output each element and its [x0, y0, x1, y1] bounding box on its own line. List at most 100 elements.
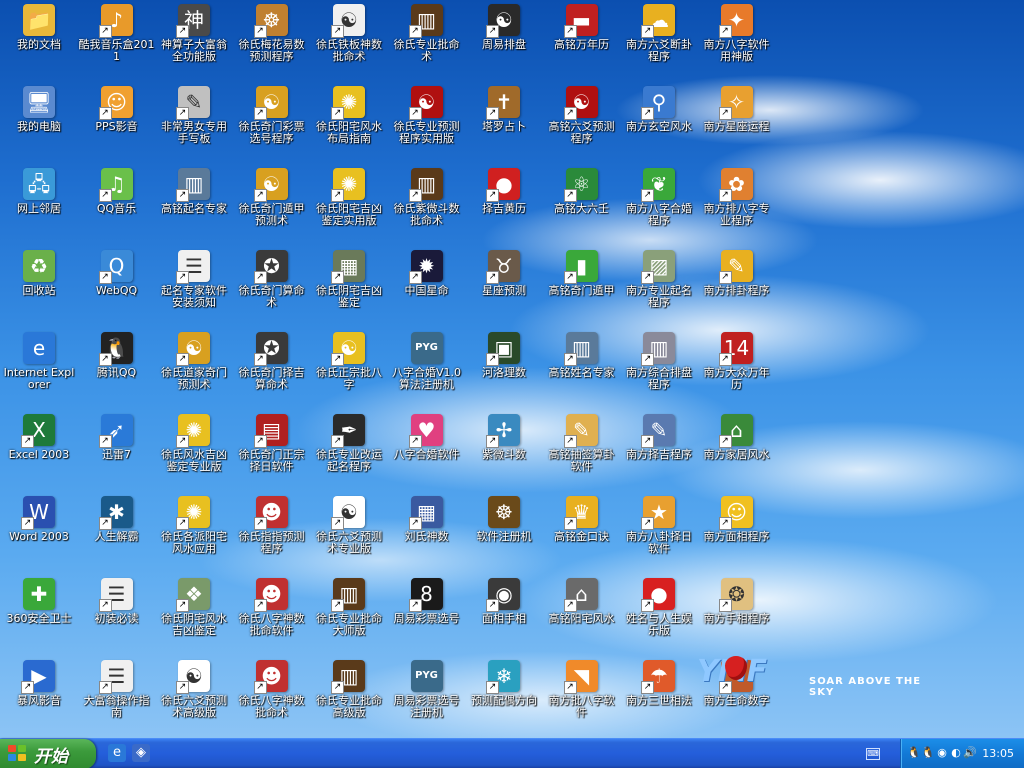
desktop-icon[interactable]: 🖥 我的电脑: [0, 84, 78, 164]
app-icon: ▮: [563, 250, 598, 284]
desktop-icon[interactable]: ☯徐氏六爻预测术高级版: [155, 658, 233, 738]
desktop-icon[interactable]: ✪徐氏奇门算命术: [233, 248, 311, 328]
desktop-icon[interactable]: ♻ 回收站: [0, 248, 78, 328]
desktop-icon[interactable]: ▥徐氏专业批命术: [388, 2, 466, 82]
desktop-icon[interactable]: ✺徐氏各派阳宅风水应用: [155, 494, 233, 574]
desktop-icon[interactable]: ✱人生解霸: [78, 494, 156, 574]
desktop-icon[interactable]: ♫QQ音乐: [78, 166, 156, 246]
desktop-icon[interactable]: ✒徐氏专业改运起名程序: [310, 412, 388, 492]
desktop-icon[interactable]: ✢紫微斗数: [465, 412, 543, 492]
desktop-icon[interactable]: ☸徐氏梅花易数预测程序: [233, 2, 311, 82]
desktop-icon[interactable]: ▦刘氏神数: [388, 494, 466, 574]
desktop-icon[interactable]: ☺PPS影音: [78, 84, 156, 164]
desktop-icon[interactable]: ✝塔罗占卜: [465, 84, 543, 164]
desktop-icon[interactable]: ☻徐氏八字神数批命术: [233, 658, 311, 738]
desktop-icon[interactable]: 14南方大众万年历: [698, 330, 776, 410]
desktop-icon[interactable]: PYG 周易彩票选号注册机: [388, 658, 466, 738]
desktop-icon[interactable]: ☺南方面相程序: [698, 494, 776, 574]
desktop-icon[interactable]: ☂南方三世相法: [620, 658, 698, 738]
desktop-icon[interactable]: ◥南方批八字软件: [543, 658, 621, 738]
desktop-icon[interactable]: ➶迅雷7: [78, 412, 156, 492]
desktop-icon[interactable]: ✦南方八字软件用神版: [698, 2, 776, 82]
desktop-icon[interactable]: ☯徐氏专业预测程序实用版: [388, 84, 466, 164]
desktop-icon[interactable]: ▥高铭姓名专家: [543, 330, 621, 410]
desktop-icon[interactable]: ☯徐氏正宗批八字: [310, 330, 388, 410]
desktop-icon[interactable]: ☯徐氏铁板神数批命术: [310, 2, 388, 82]
desktop-icon[interactable]: 🐧腾讯QQ: [78, 330, 156, 410]
desktop-icon[interactable]: ✺徐氏阳宅吉凶鉴定实用版: [310, 166, 388, 246]
desktop-icon[interactable]: ☰起名专家软件安装须知: [155, 248, 233, 328]
desktop-icon[interactable]: ☯周易排盘: [465, 2, 543, 82]
desktop-icon[interactable]: ☻徐氏指指预测程序: [233, 494, 311, 574]
desktop-icon[interactable]: ☰初装必读: [78, 576, 156, 656]
desktop-icon[interactable]: QWebQQ: [78, 248, 156, 328]
desktop-icon[interactable]: ❄预测配偶方向: [465, 658, 543, 738]
keyboard-icon[interactable]: ⌨: [866, 748, 880, 760]
desktop-icon[interactable]: ▤徐氏奇门正宗择日软件: [233, 412, 311, 492]
desktop-icon[interactable]: ⚲南方玄空风水: [620, 84, 698, 164]
desktop-icon[interactable]: ●姓名与人生娱乐版: [620, 576, 698, 656]
desktop-icon[interactable]: ♛高铭金口诀: [543, 494, 621, 574]
desktop-icon[interactable]: ✪徐氏奇门择吉算命术: [233, 330, 311, 410]
ie-icon[interactable]: e: [108, 744, 126, 762]
desktop-icon[interactable]: ✧南方星座运程: [698, 84, 776, 164]
desktop-icon[interactable]: ⌂南方家居风水: [698, 412, 776, 492]
start-button[interactable]: 开始: [0, 739, 96, 768]
desktop-icon[interactable]: ☻徐氏八字神数批命软件: [233, 576, 311, 656]
desktop-icon[interactable]: ☯徐氏奇门彩票选号程序: [233, 84, 311, 164]
qq-icon[interactable]: 🐧: [907, 746, 921, 760]
desktop-icon[interactable]: ❖徐氏阴宅风水吉凶鉴定: [155, 576, 233, 656]
desktop-icon[interactable]: ▥南方综合排盘程序: [620, 330, 698, 410]
desktop-icon[interactable]: ✿南方排八字专业程序: [698, 166, 776, 246]
desktop-icon[interactable]: PYG 八字合婚V1.0算法注册机: [388, 330, 466, 410]
desktop-icon[interactable]: ▥徐氏专业批命高级版: [310, 658, 388, 738]
desktop-icon[interactable]: e Internet Explorer: [0, 330, 78, 410]
network-icon[interactable]: ◐: [949, 746, 963, 760]
desktop-icon[interactable]: ♉星座预测: [465, 248, 543, 328]
desktop-icon[interactable]: ▮高铭奇门遁甲: [543, 248, 621, 328]
desktop-icon[interactable]: WWord 2003: [0, 494, 78, 574]
desktop-icon[interactable]: 8周易彩票选号: [388, 576, 466, 656]
desktop-icon[interactable]: ⌂高铭阳宅风水: [543, 576, 621, 656]
desktop-icon[interactable]: ♪酷我音乐盒2011: [78, 2, 156, 82]
desktop-icon[interactable]: ✎南方择吉程序: [620, 412, 698, 492]
desktop-icon[interactable]: ▬高铭万年历: [543, 2, 621, 82]
desktop-icon[interactable]: ✺徐氏阳宅风水布局指南: [310, 84, 388, 164]
desktop-icon[interactable]: ▦徐氏阴宅吉凶鉴定: [310, 248, 388, 328]
qq-icon[interactable]: 🐧: [921, 746, 935, 760]
desktop-icon[interactable]: ★南方八卦择日软件: [620, 494, 698, 574]
desktop-icon[interactable]: ▣河洛理数: [465, 330, 543, 410]
desktop-icon[interactable]: ❦南方八字合婚程序: [620, 166, 698, 246]
desktop-icon[interactable]: ✎南方排卦程序: [698, 248, 776, 328]
desktop-icon[interactable]: ●择吉黄历: [465, 166, 543, 246]
desktop-icon[interactable]: ✚ 360安全卫士: [0, 576, 78, 656]
desktop-icon[interactable]: ✹中国星命: [388, 248, 466, 328]
desktop-icon[interactable]: ◉面相手相: [465, 576, 543, 656]
desktop-icon[interactable]: ▥徐氏紫微斗数批命术: [388, 166, 466, 246]
desktop-icon[interactable]: ✺徐氏风水吉凶鉴定专业版: [155, 412, 233, 492]
desktop-icon[interactable]: ▶暴风影音: [0, 658, 78, 738]
desktop-icon[interactable]: ▨南方专业起名程序: [620, 248, 698, 328]
desktop-icon[interactable]: ✎高铭抽签算卦软件: [543, 412, 621, 492]
desktop-icon[interactable]: 🖧 网上邻居: [0, 166, 78, 246]
desktop-icon[interactable]: ▥徐氏专业批命大师版: [310, 576, 388, 656]
desktop-icon[interactable]: ☰大富翁操作指南: [78, 658, 156, 738]
volume-icon[interactable]: 🔊: [963, 746, 977, 760]
desktop-icon[interactable]: ✎非常男女专用手写板: [155, 84, 233, 164]
desktop-icon[interactable]: ☯徐氏道家奇门预测术: [155, 330, 233, 410]
desktop-icon[interactable]: ☯徐氏六爻预测术专业版: [310, 494, 388, 574]
clock[interactable]: 13:05: [982, 747, 1014, 760]
desktop-icon[interactable]: 神神算子大富翁全功能版: [155, 2, 233, 82]
desktop-icon[interactable]: ☯高铭六爻预测程序: [543, 84, 621, 164]
desktop-icon[interactable]: ⚛高铭大六壬: [543, 166, 621, 246]
desktop-icon[interactable]: ▥高铭起名专家: [155, 166, 233, 246]
antivirus-icon[interactable]: ◉: [935, 746, 949, 760]
desktop-icon[interactable]: ❂南方手相程序: [698, 576, 776, 656]
desktop-icon[interactable]: ☸ 软件注册机: [465, 494, 543, 574]
desktop-icon[interactable]: ♥八字合婚软件: [388, 412, 466, 492]
desktop-icon[interactable]: 📁 我的文档: [0, 2, 78, 82]
desktop-icon[interactable]: ☯徐氏奇门遁甲预测术: [233, 166, 311, 246]
desktop-icon[interactable]: XExcel 2003: [0, 412, 78, 492]
show-desktop-icon[interactable]: ◈: [132, 744, 150, 762]
desktop-icon[interactable]: ☁南方六爻断卦程序: [620, 2, 698, 82]
